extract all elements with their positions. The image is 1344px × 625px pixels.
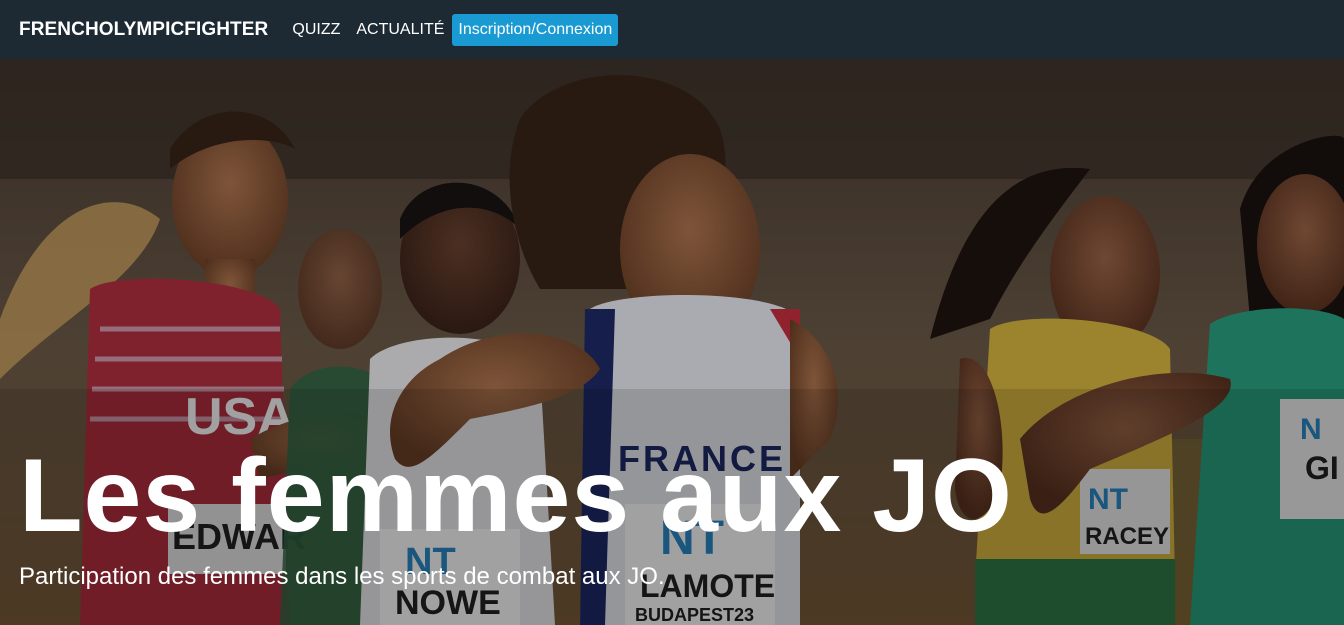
navbar: FRENCHOLYMPICFIGHTER QUIZZ ACTUALITÉ Ins… xyxy=(0,0,1344,59)
hero-banner: USA EDWAR NT NOWE FRANCE NT LAMOTE NT RA… xyxy=(0,59,1344,625)
nav-link-quizz[interactable]: QUIZZ xyxy=(292,21,340,39)
brand-logo[interactable]: FRENCHOLYMPICFIGHTER xyxy=(19,19,268,41)
hero-subtitle: Participation des femmes dans les sports… xyxy=(19,563,665,590)
nav-link-actualite[interactable]: ACTUALITÉ xyxy=(356,21,444,39)
hero-title: Les femmes aux JO xyxy=(19,438,1013,554)
login-register-button[interactable]: Inscription/Connexion xyxy=(452,13,619,46)
